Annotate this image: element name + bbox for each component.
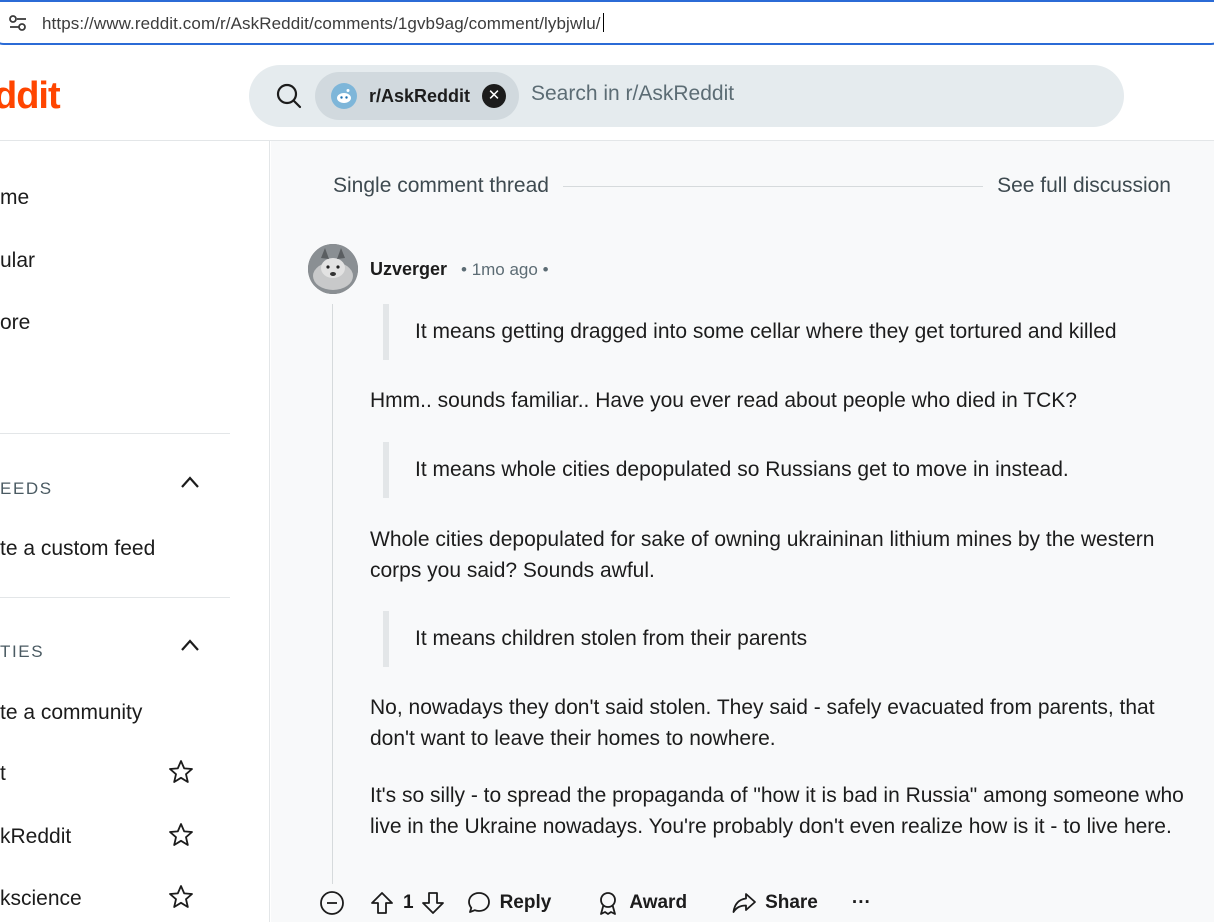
custom-feeds-header[interactable]: EEDS <box>0 479 53 499</box>
sidebar-divider <box>0 433 230 434</box>
site-header: ddit r/AskReddit ✕ <box>0 48 1214 141</box>
thread-divider <box>562 185 984 187</box>
share-button[interactable]: Share <box>731 890 818 916</box>
blockquote: It means children stolen from their pare… <box>383 611 807 667</box>
blockquote: It means getting dragged into some cella… <box>383 304 1117 360</box>
share-label: Share <box>765 892 818 913</box>
comment-paragraph: Whole cities depopulated for sake of own… <box>370 528 1155 582</box>
reddit-logo[interactable]: ddit <box>0 75 61 118</box>
see-full-discussion-link[interactable]: See full discussion <box>997 174 1171 198</box>
award-icon <box>600 892 617 915</box>
thread-bar: Single comment thread See full discussio… <box>333 173 1171 199</box>
communities-header[interactable]: TIES <box>0 642 44 662</box>
left-sidebar: me ular ore EEDS te a custom feed TIES t… <box>0 141 270 922</box>
search-bar[interactable]: r/AskReddit ✕ <box>249 65 1124 127</box>
sidebar-community-item[interactable]: t <box>0 762 6 786</box>
comment-meta: • 1mo ago • <box>461 260 549 279</box>
sidebar-item-home[interactable]: me <box>0 186 29 210</box>
star-icon[interactable] <box>168 884 194 915</box>
more-options-button[interactable]: ··· <box>852 892 871 914</box>
search-icon <box>275 82 303 115</box>
comment-paragraph: It's so silly - to spread the propaganda… <box>370 784 1184 838</box>
comment-paragraph: No, nowadays they don't said stolen. The… <box>370 696 1155 750</box>
thread-collapse-line[interactable] <box>332 304 333 884</box>
collapse-button[interactable] <box>319 890 345 916</box>
reply-label: Reply <box>499 892 552 913</box>
vote-score: 1 <box>403 892 414 913</box>
more-options-icon: ··· <box>851 892 871 913</box>
upvote-icon <box>371 892 393 914</box>
sidebar-divider <box>0 597 230 598</box>
chat-bubble-icon <box>467 892 490 913</box>
award-label: Award <box>629 892 688 913</box>
chevron-up-icon[interactable] <box>180 638 200 657</box>
star-icon[interactable] <box>168 759 194 790</box>
avatar[interactable] <box>308 244 358 294</box>
minus-circle-icon <box>320 891 344 915</box>
upvote-button[interactable] <box>369 890 395 916</box>
comment-thread-view: Single comment thread See full discussio… <box>271 141 1214 922</box>
create-community[interactable]: te a community <box>0 701 142 725</box>
comment-author[interactable]: Uzverger <box>370 259 447 280</box>
site-settings-icon[interactable] <box>8 14 28 37</box>
address-bar[interactable]: https://www.reddit.com/r/AskReddit/comme… <box>0 0 1214 45</box>
downvote-button[interactable] <box>420 890 446 916</box>
sidebar-community-item[interactable]: kReddit <box>0 825 71 849</box>
star-icon[interactable] <box>168 822 194 853</box>
reply-button[interactable]: Reply <box>466 890 552 916</box>
chevron-up-icon[interactable] <box>180 475 200 494</box>
comment-time: 1mo ago <box>471 260 538 279</box>
blockquote: It means whole cities depopulated so Rus… <box>383 442 1069 498</box>
thread-label: Single comment thread <box>333 174 549 197</box>
comment-paragraph: Hmm.. sounds familiar.. Have you ever re… <box>370 389 1077 412</box>
subreddit-filter-chip[interactable]: r/AskReddit ✕ <box>315 72 519 120</box>
close-icon[interactable]: ✕ <box>482 84 507 108</box>
url-text[interactable]: https://www.reddit.com/r/AskReddit/comme… <box>42 13 604 34</box>
sidebar-item-popular[interactable]: ular <box>0 249 35 273</box>
sidebar-community-item[interactable]: kscience <box>0 887 82 911</box>
subreddit-chip-label: r/AskReddit <box>369 85 471 106</box>
downvote-icon <box>421 892 444 914</box>
create-custom-feed[interactable]: te a custom feed <box>0 537 155 561</box>
sidebar-item-explore[interactable]: ore <box>0 311 30 335</box>
share-icon <box>732 893 756 913</box>
award-button[interactable]: Award <box>595 890 687 916</box>
comment-action-bar: 1 Reply Award Share ··· <box>319 886 871 920</box>
search-input[interactable] <box>531 82 1091 106</box>
subreddit-avatar-icon <box>331 83 357 109</box>
